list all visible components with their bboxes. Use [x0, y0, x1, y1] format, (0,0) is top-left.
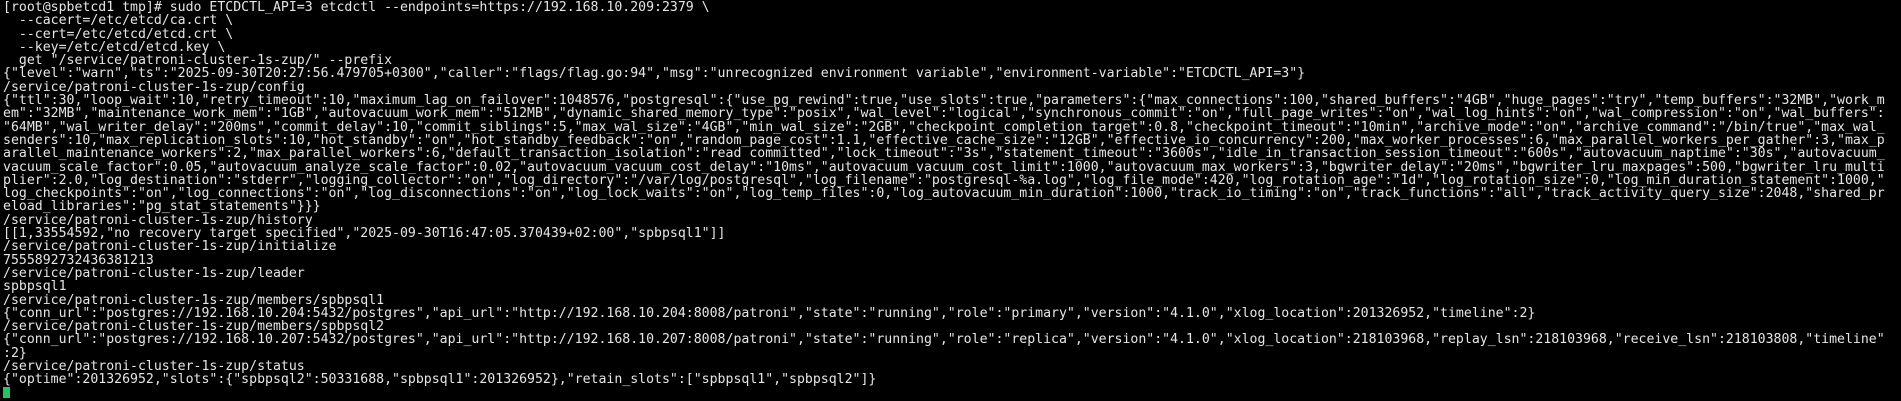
terminal-window[interactable]: [root@spbetcd1 tmp]# sudo ETCDCTL_API=3 …: [0, 0, 1901, 401]
etcd-value-line: log_checkpoints":"on","log_connections":…: [3, 187, 1885, 201]
warning-output-line: {"level":"warn","ts":"2025-09-30T20:27:5…: [3, 67, 1306, 81]
etcd-value-line: [[1,33554592,"no recovery target specifi…: [3, 227, 726, 241]
terminal-cursor: [3, 386, 10, 398]
etcd-key-line: /service/patroni-cluster-1s-zup/members/…: [3, 320, 385, 334]
etcd-key-line: /service/patroni-cluster-1s-zup/config: [3, 80, 305, 95]
status-value-text: {"optime":201326952,"slots":{"spbpsql2":…: [3, 373, 877, 387]
command-continuation-line: --cacert=/etc/etcd/ca.crt \: [3, 14, 234, 28]
etcd-value-line: plier":2.0,"log_destination":"stderr","l…: [3, 173, 1885, 188]
etcd-value-line: eload_libraries":"pg_stat_statements"}}}: [3, 200, 321, 214]
etcd-value-line: vacuum_scale_factor":0.05,"autovacuum_an…: [3, 160, 1885, 174]
etcd-value-line: senders":10,"max_replication_slots":10,"…: [3, 133, 1885, 148]
etcd-key-line: /service/patroni-cluster-1s-zup/status: [3, 360, 305, 374]
etcd-key-line: /service/patroni-cluster-1s-zup/members/…: [3, 293, 385, 307]
etcd-value-line: {"optime":201326952,"slots":{"spbpsql2":…: [3, 373, 1901, 386]
etcd-key-line: /service/patroni-cluster-1s-zup/leader: [3, 266, 305, 281]
etcd-key-line: /service/patroni-cluster-1s-zup/history: [3, 213, 313, 228]
etcd-value-line: em":"32MB","maintenance_work_mem":"1GB",…: [3, 107, 1885, 121]
etcd-value-line: {"conn_url":"postgres://192.168.10.207:5…: [3, 333, 1885, 347]
etcd-key-line: /service/patroni-cluster-1s-zup/initiali…: [3, 240, 337, 254]
etcd-value-line: arallel_maintenance_workers":2,"max_para…: [3, 147, 1885, 161]
etcd-value-line: 7555892732436381213: [3, 253, 154, 267]
command-continuation-line: --key=/etc/etcd/etcd.key \: [3, 40, 226, 55]
etcd-value-line: spbpsql1: [3, 280, 67, 294]
command-continuation-line: get "/service/patroni-cluster-1s-zup/" -…: [3, 54, 393, 68]
etcd-value-line: "64MB","wal_writer_delay":"200ms","commi…: [3, 120, 1885, 134]
etcd-value-line: {"conn_url":"postgres://192.168.10.204:5…: [3, 306, 1536, 321]
etcd-value-line: :2}: [3, 346, 27, 361]
etcd-value-line: {"ttl":30,"loop_wait":10,"retry_timeout"…: [3, 94, 1885, 108]
prompt-line[interactable]: [3, 386, 1901, 400]
command-continuation-line: --cert=/etc/etcd/etcd.crt \: [3, 27, 234, 41]
command-line: [root@spbetcd1 tmp]# sudo ETCDCTL_API=3 …: [3, 1, 710, 15]
